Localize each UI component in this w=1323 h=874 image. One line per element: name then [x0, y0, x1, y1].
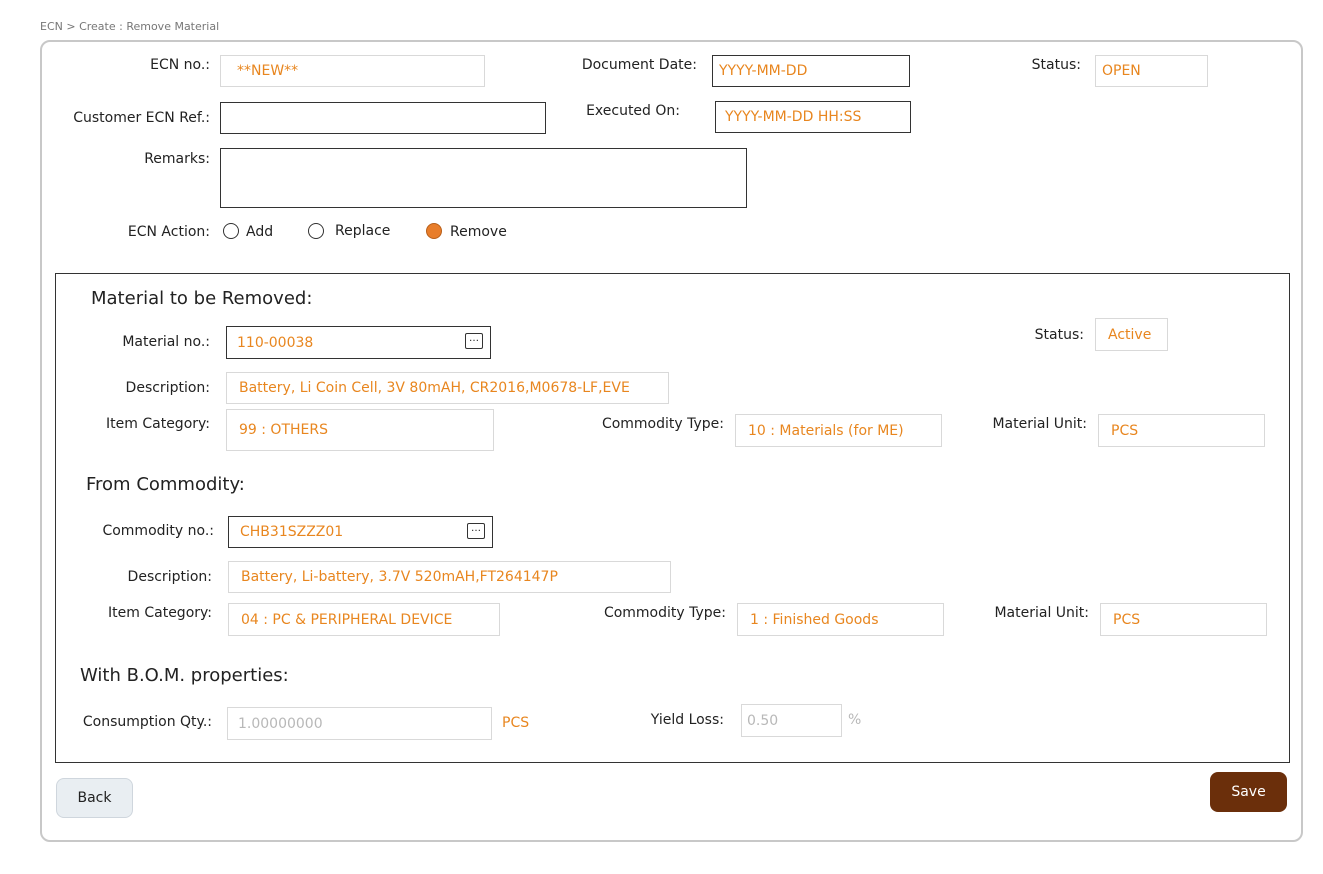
material-commodity-type-label: Commodity Type:: [601, 416, 724, 432]
ecn-no-field: **NEW**: [220, 55, 485, 87]
radio-remove[interactable]: [426, 223, 442, 239]
remarks-textarea[interactable]: [220, 148, 747, 208]
commodity-no-label: Commodity no.:: [102, 523, 214, 539]
document-date-label: Document Date:: [581, 57, 697, 73]
commodity-material-unit-field: PCS: [1100, 603, 1267, 636]
radio-replace-label[interactable]: Replace: [335, 223, 390, 239]
commodity-material-unit-label: Material Unit:: [994, 605, 1089, 621]
material-unit-field: PCS: [1098, 414, 1265, 447]
commodity-no-input[interactable]: CHB31SZZZ01 …: [228, 516, 493, 548]
material-no-label: Material no.:: [122, 334, 210, 350]
radio-replace[interactable]: [308, 223, 324, 239]
status-field: OPEN: [1095, 55, 1208, 87]
yield-loss-label: Yield Loss:: [650, 712, 724, 728]
commodity-commodity-type-field: 1 : Finished Goods: [737, 603, 944, 636]
consumption-qty-input: 1.00000000: [227, 707, 492, 740]
ellipsis-icon[interactable]: …: [467, 523, 485, 539]
document-date-field[interactable]: YYYY-MM-DD: [712, 55, 910, 87]
ecn-no-label: ECN no.:: [150, 57, 210, 73]
yield-loss-input: 0.50: [741, 704, 842, 737]
ecn-action-label: ECN Action:: [127, 224, 210, 240]
ellipsis-icon[interactable]: …: [465, 333, 483, 349]
commodity-item-category-label: Item Category:: [108, 605, 212, 621]
remarks-label: Remarks:: [144, 151, 210, 167]
consumption-qty-unit: PCS: [502, 715, 530, 731]
material-status-field: Active: [1095, 318, 1168, 351]
bom-section-title: With B.O.M. properties:: [80, 665, 289, 686]
back-button[interactable]: Back: [56, 778, 133, 818]
commodity-no-value: CHB31SZZZ01: [240, 524, 344, 540]
material-item-category-field: 99 : OTHERS: [226, 409, 494, 451]
customer-ecn-ref-input[interactable]: [220, 102, 546, 134]
radio-add-label[interactable]: Add: [246, 224, 273, 240]
material-no-input[interactable]: 110-00038 …: [226, 326, 491, 359]
save-button[interactable]: Save: [1210, 772, 1287, 812]
executed-on-field[interactable]: YYYY-MM-DD HH:SS: [715, 101, 911, 133]
breadcrumb: ECN > Create : Remove Material: [40, 20, 220, 33]
commodity-description-label: Description:: [127, 569, 212, 585]
radio-add[interactable]: [223, 223, 239, 239]
customer-ecn-ref-label: Customer ECN Ref.:: [73, 110, 210, 126]
commodity-item-category-field: 04 : PC & PERIPHERAL DEVICE: [228, 603, 500, 636]
status-label: Status:: [1031, 57, 1081, 73]
material-commodity-type-field: 10 : Materials (for ME): [735, 414, 942, 447]
material-description-label: Description:: [125, 380, 210, 396]
radio-remove-label[interactable]: Remove: [450, 224, 507, 240]
commodity-section-title: From Commodity:: [86, 474, 245, 495]
consumption-qty-label: Consumption Qty.:: [82, 714, 212, 730]
material-unit-label: Material Unit:: [992, 416, 1087, 432]
material-section-title: Material to be Removed:: [91, 288, 313, 309]
material-no-value: 110-00038: [237, 334, 314, 351]
executed-on-label: Executed On:: [586, 103, 680, 119]
commodity-description-field: Battery, Li-battery, 3.7V 520mAH,FT26414…: [228, 561, 671, 593]
material-description-field: Battery, Li Coin Cell, 3V 80mAH, CR2016,…: [226, 372, 669, 404]
material-status-label: Status:: [1034, 327, 1084, 343]
material-item-category-label: Item Category:: [106, 416, 210, 432]
commodity-commodity-type-label: Commodity Type:: [603, 605, 726, 621]
yield-loss-unit: %: [848, 712, 862, 728]
